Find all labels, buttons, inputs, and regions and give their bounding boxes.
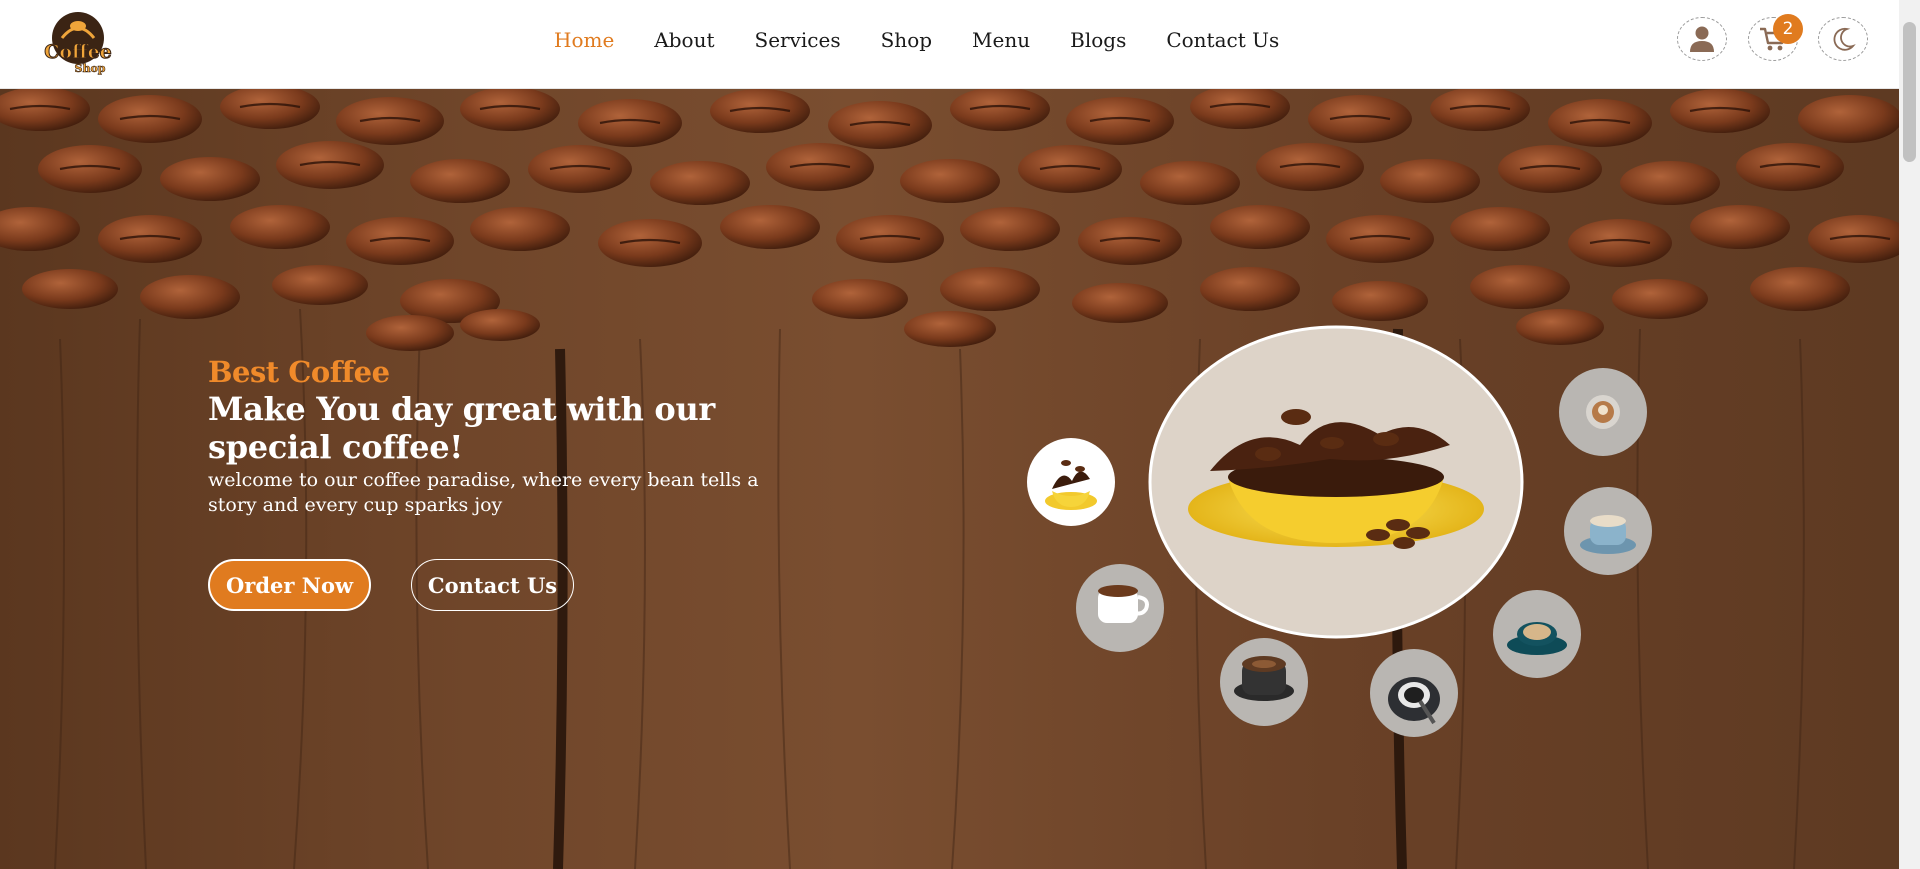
main-nav: Home About Services Shop Menu Blogs Cont… xyxy=(554,26,1319,54)
thumbnail-blue-cup[interactable] xyxy=(1564,487,1652,575)
nav-services[interactable]: Services xyxy=(755,26,841,54)
moon-icon xyxy=(1833,27,1856,51)
hero-text: Best Coffee Make You day great with our … xyxy=(208,354,828,518)
nav-blogs[interactable]: Blogs xyxy=(1070,26,1126,54)
nav-menu[interactable]: Menu xyxy=(972,26,1030,54)
theme-toggle-button[interactable] xyxy=(1818,17,1868,61)
thumbnail-latte-art[interactable] xyxy=(1559,368,1647,456)
featured-coffee-image xyxy=(1148,325,1524,639)
hero-eyebrow: Best Coffee xyxy=(208,355,390,389)
cart-button[interactable]: 2 xyxy=(1748,14,1803,61)
thumbnail-splash-cup[interactable] xyxy=(1027,438,1115,526)
coffee-shop-logo[interactable]: Coffee Shop xyxy=(38,8,118,80)
site-header: Coffee Shop Home About Services Shop Men… xyxy=(0,0,1899,89)
thumbnail-teal-cup[interactable] xyxy=(1493,590,1581,678)
contact-us-button[interactable]: Contact Us xyxy=(411,559,574,611)
logo-text-coffee: Coffee xyxy=(44,41,112,63)
hero-headline: Make You day great with our special coff… xyxy=(208,390,715,466)
nav-contact-us[interactable]: Contact Us xyxy=(1166,26,1279,54)
thumbnail-black-cup[interactable] xyxy=(1220,638,1308,726)
user-icon xyxy=(1690,26,1714,52)
nav-home[interactable]: Home xyxy=(554,26,614,54)
thumbnail-cup-with-spoon[interactable] xyxy=(1370,649,1458,737)
account-button[interactable] xyxy=(1677,17,1727,61)
page-scrollbar[interactable] xyxy=(1899,0,1920,869)
logo-graphic: Coffee Shop xyxy=(44,12,112,75)
scrollbar-thumb[interactable] xyxy=(1903,22,1916,162)
hero-section: Best Coffee Make You day great with our … xyxy=(0,89,1899,869)
cart-count-badge: 2 xyxy=(1773,14,1803,44)
hero-subtext: welcome to our coffee paradise, where ev… xyxy=(208,469,759,516)
order-now-button[interactable]: Order Now xyxy=(208,559,371,611)
logo-text-shop: Shop xyxy=(75,62,106,75)
nav-about[interactable]: About xyxy=(654,26,714,54)
nav-shop[interactable]: Shop xyxy=(881,26,932,54)
thumbnail-white-cup[interactable] xyxy=(1076,564,1164,652)
